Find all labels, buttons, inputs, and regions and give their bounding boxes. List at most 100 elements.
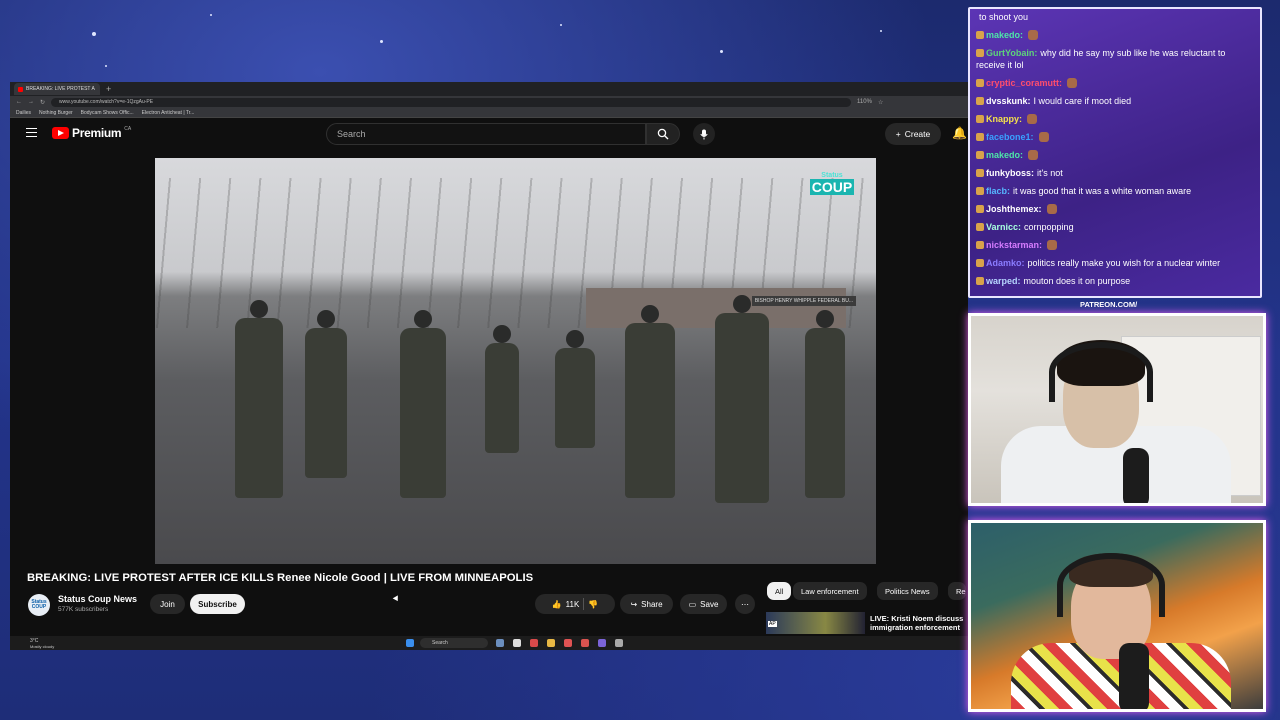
chat-text: it was good that it was a white woman aw… <box>1013 186 1192 196</box>
chat-username[interactable]: GurtYobain: <box>986 48 1037 58</box>
chat-username[interactable]: Adamko: <box>986 258 1025 268</box>
headset-icon <box>1049 342 1153 402</box>
webcam-streamer-2 <box>968 520 1266 712</box>
forward-icon[interactable]: → <box>28 99 34 105</box>
status-coup-watermark: Status COUP <box>810 172 854 210</box>
chat-username[interactable]: makedo: <box>986 30 1023 40</box>
officer <box>235 300 283 498</box>
taskbar-folder-icon[interactable] <box>547 639 555 647</box>
chat-username[interactable]: makedo: <box>986 150 1023 160</box>
youtube-play-icon <box>52 127 69 139</box>
bookmark-item[interactable]: Bodycam Shows Offic... <box>81 110 134 116</box>
chat-emote-icon <box>1047 240 1058 250</box>
recommended-thumbnail[interactable]: AP <box>766 612 865 634</box>
video-player[interactable]: BISHOP HENRY WHIPPLE FEDERAL BU... Statu… <box>155 158 876 564</box>
chat-username[interactable]: flacb: <box>986 186 1010 196</box>
url-field[interactable]: www.youtube.com/watch?v=e-1QzgAu-PE <box>51 97 852 107</box>
taskbar-app-icon[interactable] <box>513 639 521 647</box>
subscribe-button[interactable]: Subscribe <box>190 594 245 614</box>
taskbar-search[interactable]: Search <box>420 638 488 648</box>
bookmark-item[interactable]: Dailies <box>16 110 31 116</box>
chat-emote-icon <box>1046 204 1057 214</box>
taskbar-app-icon[interactable] <box>530 639 538 647</box>
chat-username[interactable]: Varnicc: <box>986 222 1021 232</box>
chat-text: politics really make you wish for a nucl… <box>1027 258 1221 268</box>
save-icon: ▭ <box>688 599 697 609</box>
watermark-big: COUP <box>810 179 854 195</box>
chat-badge-icon <box>976 31 984 39</box>
patreon-url: PATREON.COM/ <box>1080 300 1138 309</box>
youtube-logo[interactable]: Premium CA <box>52 126 131 140</box>
taskbar-app-icon[interactable] <box>581 639 589 647</box>
share-button[interactable]: ↪ Share <box>620 594 673 614</box>
channel-avatar[interactable]: Status COUP <box>28 594 50 616</box>
new-tab-icon[interactable]: + <box>106 84 111 94</box>
bookmark-item[interactable]: Electron Anticheat | Tr... <box>142 110 195 116</box>
taskbar-app-icon[interactable] <box>598 639 606 647</box>
chip-politics-news[interactable]: Politics News <box>877 582 938 600</box>
bookmark-item[interactable]: Nothing Burger <box>39 110 73 116</box>
chat-message: Knappy: <box>976 113 1254 125</box>
search-icon <box>657 128 669 140</box>
chip-law-enforcement[interactable]: Law enforcement <box>793 582 867 600</box>
star <box>105 65 107 67</box>
search-input[interactable]: Search <box>326 123 646 145</box>
menu-icon[interactable] <box>26 128 37 137</box>
youtube-favicon-icon <box>18 86 23 92</box>
more-actions-icon[interactable]: ⋯ <box>735 594 755 614</box>
chat-username[interactable]: cryptic_coramutt: <box>986 78 1062 88</box>
save-button[interactable]: ▭ Save <box>680 594 727 614</box>
chat-message: Joshthemex: <box>976 203 1254 215</box>
browser-tab[interactable]: BREAKING: LIVE PROTEST A <box>14 83 100 95</box>
bookmarks-bar: Dailies Nothing Burger Bodycam Shows Off… <box>10 108 968 118</box>
voice-search-button[interactable] <box>693 123 715 145</box>
chat-badge-icon <box>976 97 984 105</box>
officer <box>555 330 595 448</box>
search-button[interactable] <box>646 123 680 145</box>
chat-username[interactable]: funkyboss: <box>986 168 1034 178</box>
star <box>210 14 212 16</box>
star-icon[interactable]: ☆ <box>878 99 883 106</box>
chat-username[interactable]: nickstarman: <box>986 240 1042 250</box>
weather-desc: Mostly cloudy <box>30 644 55 649</box>
back-icon[interactable]: ← <box>16 99 22 105</box>
chat-message: funkyboss: it's not <box>976 167 1254 179</box>
chat-badge-icon <box>976 205 984 213</box>
chat-username[interactable]: Knappy: <box>986 114 1022 124</box>
rec-badge: AP <box>768 621 777 627</box>
chat-message: flacb: it was good that it was a white wo… <box>976 185 1254 197</box>
chat-text: cornpopping <box>1024 222 1074 232</box>
save-label: Save <box>700 599 719 609</box>
chat-username[interactable]: dvsskunk: <box>986 96 1031 106</box>
browser-window: BREAKING: LIVE PROTEST A + ← → ↻ www.you… <box>10 82 968 650</box>
microphone-object <box>1119 643 1149 709</box>
chat-username[interactable]: Joshthemex: <box>986 204 1042 214</box>
tab-title: BREAKING: LIVE PROTEST A <box>26 86 95 92</box>
chat-text: mouton does it on purpose <box>1023 276 1131 286</box>
chat-text: I would care if moot died <box>1033 96 1132 106</box>
recommended-title[interactable]: LIVE: Kristi Noem discuss immigration en… <box>870 614 968 634</box>
chip-more[interactable]: Re <box>948 582 966 600</box>
chat-message: GurtYobain: why did he say my sub like he… <box>976 47 1254 71</box>
chat-message: Varnicc: cornpopping <box>976 221 1254 233</box>
taskbar-settings-icon[interactable] <box>615 639 623 647</box>
windows-start-icon[interactable] <box>406 639 414 647</box>
tab-strip: BREAKING: LIVE PROTEST A + <box>10 82 968 96</box>
share-label: Share <box>641 599 663 609</box>
thumbs-up-icon[interactable]: 👍 <box>552 600 562 609</box>
join-button[interactable]: Join <box>150 594 185 614</box>
notifications-bell-icon[interactable]: 🔔 <box>952 126 967 140</box>
chat-badge-icon <box>976 277 984 285</box>
taskbar-app-icon[interactable] <box>496 639 504 647</box>
create-button[interactable]: + Create <box>885 123 941 145</box>
reload-icon[interactable]: ↻ <box>40 99 45 106</box>
taskbar-app-icon[interactable] <box>564 639 572 647</box>
zoom-level[interactable]: 110% <box>857 99 872 105</box>
channel-name[interactable]: Status Coup News <box>58 594 137 604</box>
watermark-small: Status <box>821 172 843 179</box>
chip-all[interactable]: All <box>767 582 792 600</box>
thumbs-down-icon[interactable]: 👎 <box>588 600 598 609</box>
chat-username[interactable]: warped: <box>986 276 1021 286</box>
chat-badge-icon <box>976 223 984 231</box>
chat-username[interactable]: facebone1: <box>986 132 1034 142</box>
